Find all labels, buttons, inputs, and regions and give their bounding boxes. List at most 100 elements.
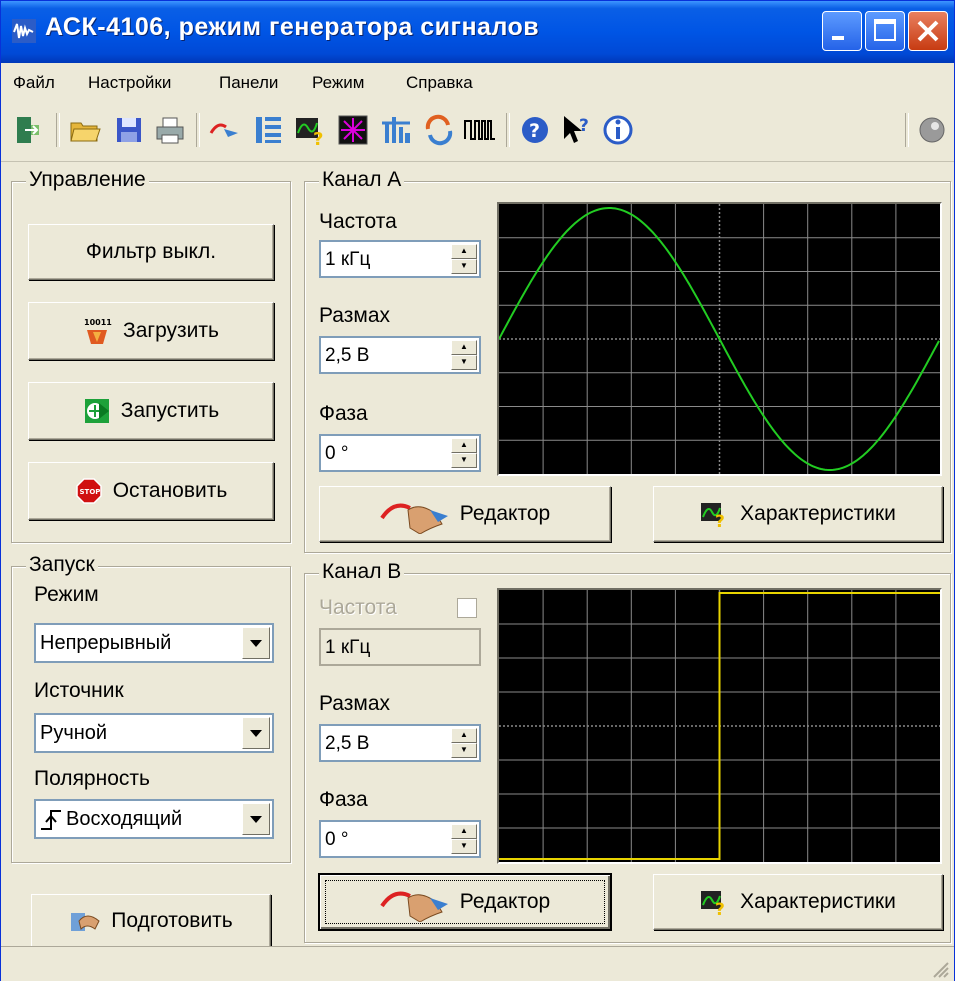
print-icon[interactable] [153,113,187,147]
menu-mode[interactable]: Режим [312,73,364,93]
close-button[interactable] [908,11,948,51]
channel-b-scope [497,588,942,864]
spin-down-button[interactable]: ▼ [451,743,477,758]
stop-icon: STOP [75,478,102,504]
svg-text:10011: 10011 [84,318,112,327]
channel-b-freq-field: 1 кГц [319,628,481,666]
trigger-source-value: Ручной [40,722,108,744]
channel-b-phase-value: 0 ° [325,829,349,850]
menu-settings[interactable]: Настройки [88,73,171,93]
channel-a-phase-label: Фаза [319,402,368,425]
channel-a-characteristics-button[interactable]: ? Характеристики [653,486,943,542]
start-button-label: Запустить [120,399,220,422]
stop-button-label: Остановить [112,479,228,502]
channel-a-phase-spinner[interactable]: 0 ° ▲ ▼ [319,434,481,472]
toolbar: ? ? ? [1,101,954,162]
channel-a-amp-spinner[interactable]: 2,5 В ▲ ▼ [319,336,481,374]
spin-up-button[interactable]: ▲ [451,824,477,839]
svg-text:?: ? [529,120,540,142]
channel-a-freq-label: Частота [319,210,397,233]
channel-b-phase-spinner[interactable]: 0 ° ▲ ▼ [319,820,481,858]
spin-up-button[interactable]: ▲ [451,728,477,743]
channel-a-editor-button[interactable]: Редактор [319,486,611,542]
start-icon [84,399,109,423]
prepare-button-label: Подготовить [111,909,233,932]
trigger-mode-dropdown[interactable] [242,627,270,659]
stop-button[interactable]: STOP Остановить [28,462,274,520]
app-icon [12,19,36,43]
lissajous-icon[interactable] [336,113,370,147]
svg-text:?: ? [313,129,323,147]
context-help-icon[interactable]: ? [560,113,594,147]
trigger-mode-select[interactable]: Непрерывный [34,623,274,663]
characteristics-icon: ? [701,891,725,916]
save-icon[interactable] [112,113,146,147]
spin-up-button[interactable]: ▲ [451,438,477,453]
channel-b-amp-spinner[interactable]: 2,5 В ▲ ▼ [319,724,481,762]
spin-up-button[interactable]: ▲ [451,244,477,259]
chevron-down-icon [250,640,262,647]
spin-down-button[interactable]: ▼ [451,839,477,854]
load-button-label: Загрузить [123,319,219,342]
app-window: АСК-4106, режим генератора сигналов Файл… [0,0,955,981]
minimize-icon [832,36,844,40]
start-button[interactable]: Запустить [28,382,274,440]
channel-b-characteristics-button[interactable]: ? Характеристики [653,874,943,930]
svg-text:?: ? [579,116,589,136]
spin-up-button[interactable]: ▲ [451,340,477,355]
load-icon: 10011 [84,318,112,344]
scope-waveform [499,592,940,860]
svg-text:?: ? [715,512,725,528]
resize-grip-icon[interactable] [928,957,950,979]
channel-a-characteristics-label: Характеристики [740,502,896,525]
toolbar-separator [196,113,200,147]
title-bar[interactable]: АСК-4106, режим генератора сигналов [1,1,954,63]
spectrum-icon[interactable] [379,113,413,147]
channel-b-freq-checkbox[interactable] [457,598,477,618]
trigger-mode-value: Непрерывный [40,632,172,654]
channel-settings-icon[interactable] [251,113,285,147]
channel-b-phase-label: Фаза [319,788,368,811]
channel-a-group: Канал А Частота 1 кГц ▲ ▼ Размах 2,5 В ▲ ▼… [304,168,951,553]
chevron-down-icon [250,730,262,737]
exit-icon[interactable] [11,113,45,147]
trigger-source-dropdown[interactable] [242,717,270,749]
filter-button[interactable]: Фильтр выкл. [28,224,274,280]
channel-a-legend: Канал А [319,168,405,192]
prepare-button[interactable]: Подготовить [31,894,271,948]
trigger-source-select[interactable]: Ручной [34,713,274,753]
spin-down-button[interactable]: ▼ [451,453,477,468]
channel-b-characteristics-label: Характеристики [740,890,896,913]
open-folder-icon[interactable] [68,113,102,147]
rising-edge-icon [41,810,61,830]
close-icon [917,20,939,42]
signal-editor-icon[interactable] [208,113,242,147]
channel-a-freq-spinner[interactable]: 1 кГц ▲ ▼ [319,240,481,278]
menu-panels[interactable]: Панели [219,73,278,93]
channel-a-scope [497,202,942,476]
svg-text:STOP: STOP [79,488,100,496]
channel-a-amp-label: Размах [319,304,390,327]
characteristics-icon[interactable]: ? [293,113,327,147]
channel-b-editor-button[interactable]: Редактор [319,874,611,930]
trigger-polarity-select[interactable]: Восходящий [34,799,274,839]
editor-pen-icon [380,503,448,534]
sync-icon[interactable] [422,113,456,147]
about-icon[interactable] [601,113,635,147]
menu-help[interactable]: Справка [406,73,473,93]
load-button[interactable]: 10011 Загрузить [28,302,274,360]
trigger-polarity-dropdown[interactable] [242,803,270,835]
pulse-icon[interactable] [463,113,497,147]
channel-b-editor-label: Редактор [459,890,551,913]
menu-file[interactable]: Файл [13,73,55,93]
maximize-button[interactable] [865,11,905,51]
maximize-icon [874,19,896,41]
prepare-icon [71,913,100,931]
spin-down-button[interactable]: ▼ [451,259,477,274]
minimize-button[interactable] [822,11,862,51]
help-icon[interactable]: ? [518,113,552,147]
control-legend: Управление [26,168,149,192]
spin-down-button[interactable]: ▼ [451,355,477,370]
characteristics-icon: ? [701,503,725,528]
trigger-group: Запуск Режим Непрерывный Источник Ручной… [11,553,291,863]
